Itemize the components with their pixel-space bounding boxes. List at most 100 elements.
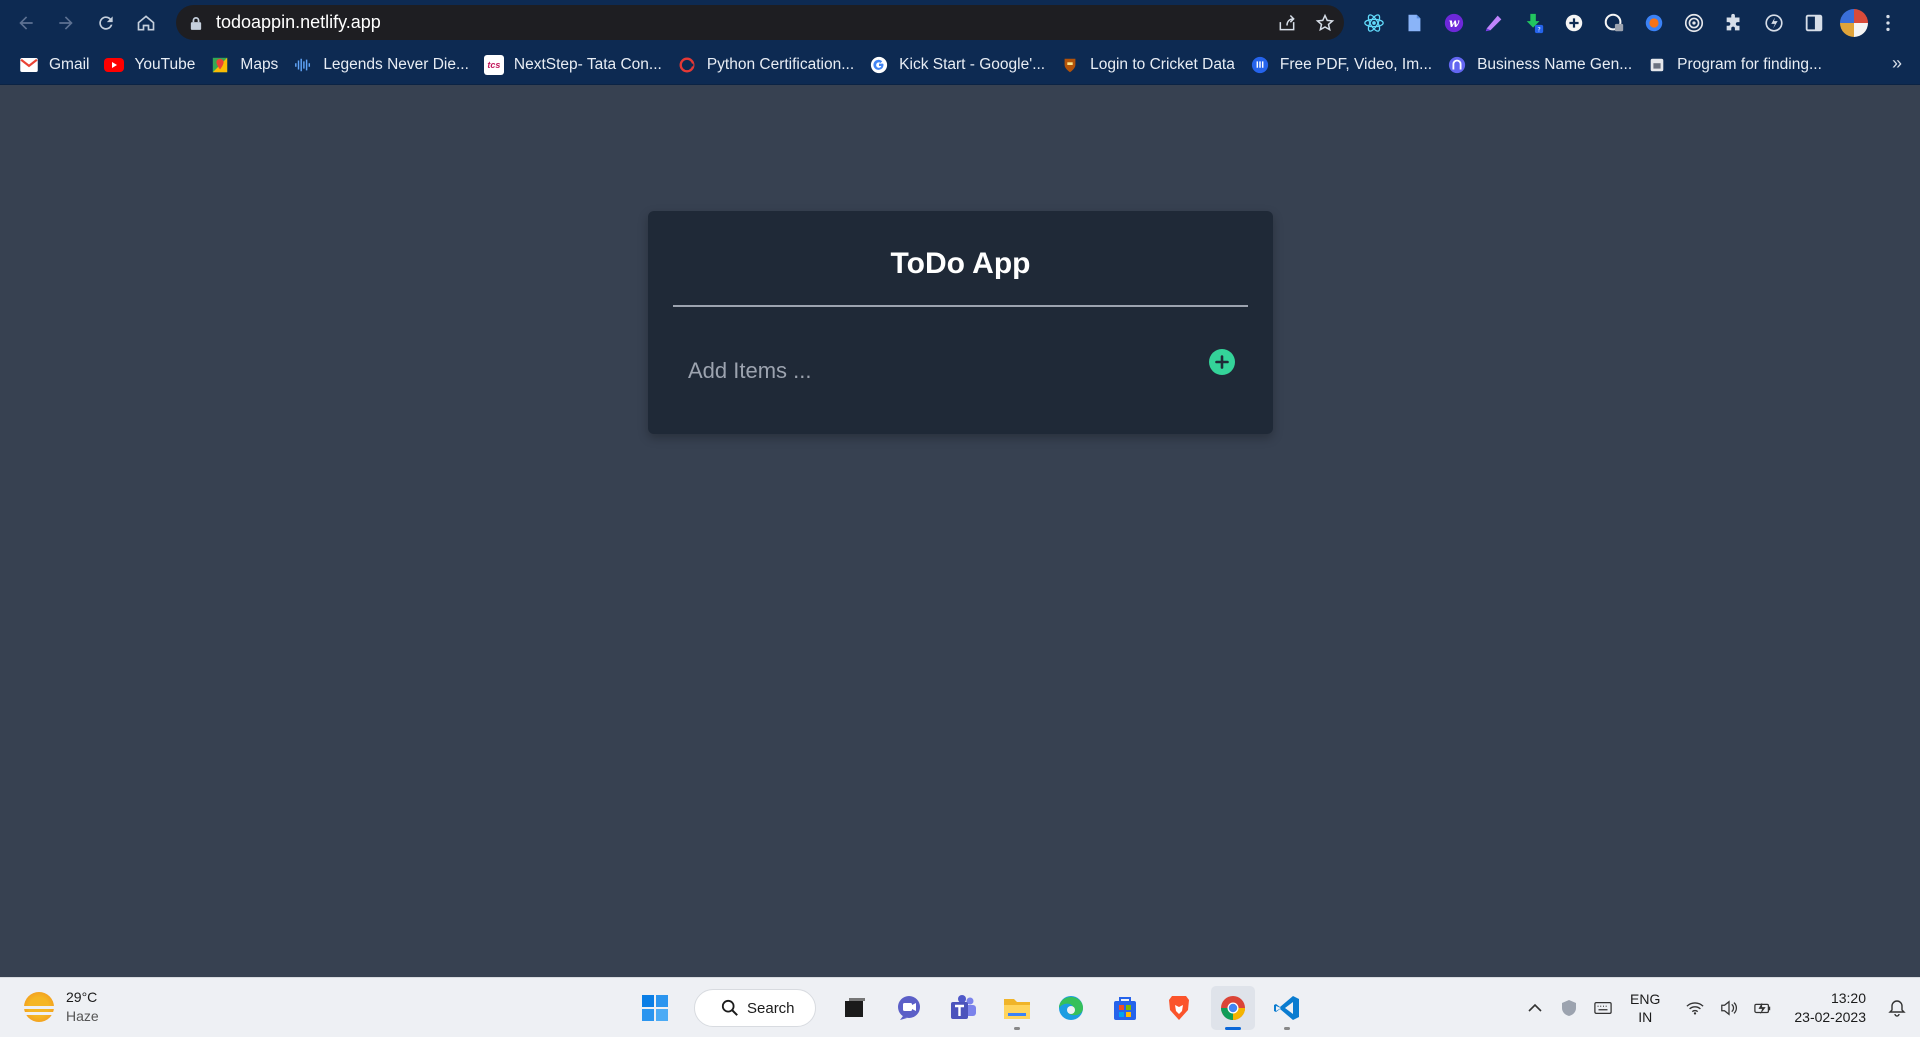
add-item-input[interactable] — [688, 341, 1158, 401]
notification-bell-icon — [1888, 1000, 1906, 1017]
color-picker-extension[interactable] — [1474, 3, 1514, 43]
tcs-icon: tcs — [483, 54, 504, 75]
extensions-area: w ? — [1354, 0, 1902, 45]
volume-tray-icon[interactable] — [1712, 999, 1746, 1017]
bookmark-gmail[interactable]: Gmail — [14, 50, 99, 80]
forward-arrow-icon — [59, 15, 73, 30]
share-icon — [1279, 14, 1295, 30]
wifi-tray-icon[interactable] — [1678, 999, 1712, 1017]
reload-button[interactable] — [86, 3, 126, 43]
store-app[interactable] — [1103, 986, 1147, 1030]
weather-widget[interactable]: 29°C Haze — [22, 988, 99, 1026]
add-item-button[interactable] — [1209, 349, 1235, 375]
address-bar[interactable]: todoappin.netlify.app — [176, 5, 1344, 40]
bookmark-nextstep[interactable]: tcs NextStep- Tata Con... — [479, 50, 672, 80]
puzzle-icon — [1726, 13, 1740, 30]
forward-button[interactable] — [46, 3, 86, 43]
start-button[interactable] — [633, 986, 677, 1030]
shield-icon — [1562, 1000, 1577, 1016]
share-button[interactable] — [1268, 13, 1306, 33]
file-explorer-app[interactable] — [995, 986, 1039, 1030]
namegen-icon — [1447, 55, 1467, 75]
weather-temperature: 29°C — [66, 989, 98, 1005]
taskbar-pinned-apps: Search — [628, 986, 1314, 1030]
taskbar-search[interactable]: Search — [694, 989, 816, 1027]
back-button[interactable] — [6, 3, 46, 43]
more-bookmarks-button[interactable]: » — [1892, 53, 1902, 74]
extensions-button[interactable] — [1714, 3, 1754, 43]
speed-icon — [1765, 13, 1783, 32]
bookmark-star-button[interactable] — [1306, 13, 1344, 33]
react-icon — [1364, 13, 1384, 32]
keyboard-tray-icon[interactable] — [1586, 999, 1620, 1017]
bookmark-free-pdf[interactable]: Free PDF, Video, Im... — [1245, 50, 1442, 80]
edge-app[interactable] — [1049, 986, 1093, 1030]
todo-card: ToDo App — [648, 211, 1273, 434]
plus-extension[interactable] — [1554, 3, 1594, 43]
chrome-menu-button[interactable] — [1874, 3, 1902, 43]
brave-lion-icon — [1169, 996, 1189, 1020]
title-divider — [673, 305, 1248, 307]
profile-avatar[interactable] — [1840, 8, 1868, 37]
docs-extension[interactable] — [1394, 3, 1434, 43]
bookmark-business-name[interactable]: Business Name Gen... — [1442, 50, 1642, 80]
bookmark-label: NextStep- Tata Con... — [513, 55, 662, 73]
notifications-button[interactable] — [1880, 999, 1914, 1017]
system-tray: ENG IN 13:20 23-02-2023 — [1518, 978, 1920, 1037]
bookmark-label: Free PDF, Video, Im... — [1279, 55, 1433, 73]
language-primary: ENG — [1630, 991, 1661, 1007]
language-secondary: IN — [1638, 1009, 1653, 1025]
bookmark-label: Legends Never Die... — [323, 55, 469, 73]
side-panel-button[interactable] — [1794, 3, 1834, 43]
tool-icon — [1250, 55, 1270, 75]
bookmark-label: Kick Start - Google'... — [899, 55, 1046, 73]
react-devtools-extension[interactable] — [1354, 3, 1394, 43]
language-indicator[interactable]: ENG IN — [1630, 990, 1660, 1026]
show-hidden-icons-button[interactable] — [1518, 999, 1552, 1017]
active-indicator — [1225, 1027, 1241, 1030]
bookmark-legends[interactable]: Legends Never Die... — [288, 50, 479, 80]
w-extension[interactable]: w — [1434, 3, 1474, 43]
chat-bubble-icon — [1604, 13, 1624, 31]
back-arrow-icon — [19, 15, 33, 30]
chrome-icon — [1221, 996, 1245, 1020]
bookmark-label: Business Name Gen... — [1477, 55, 1633, 73]
side-panel-icon — [1805, 14, 1823, 31]
task-view-button[interactable] — [833, 986, 877, 1030]
battery-tray-icon[interactable] — [1746, 999, 1780, 1017]
w-logo-icon: w — [1444, 13, 1464, 32]
clock[interactable]: 13:20 23-02-2023 — [1794, 989, 1866, 1027]
security-tray-icon[interactable] — [1552, 999, 1586, 1017]
bookmark-program-finding[interactable]: Program for finding... — [1642, 50, 1832, 80]
reload-icon — [99, 15, 113, 30]
bookmark-label: YouTube — [134, 55, 196, 73]
bookmark-maps[interactable]: Maps — [205, 50, 288, 80]
lock-icon — [190, 16, 204, 30]
chrome-app[interactable] — [1211, 986, 1255, 1030]
chatgpt-extension[interactable] — [1594, 3, 1634, 43]
store-icon — [1114, 997, 1136, 1020]
shield-extension[interactable] — [1634, 3, 1674, 43]
target-extension[interactable] — [1674, 3, 1714, 43]
running-indicator — [1014, 1027, 1020, 1030]
bookmark-youtube[interactable]: YouTube — [99, 50, 205, 80]
vscode-app[interactable] — [1265, 986, 1309, 1030]
bookmark-kick-start[interactable]: Kick Start - Google'... — [864, 50, 1055, 80]
teams-app[interactable] — [941, 986, 985, 1030]
brave-app[interactable] — [1157, 986, 1201, 1030]
home-button[interactable] — [126, 3, 166, 43]
keyboard-icon — [1594, 1001, 1612, 1015]
bookmark-label: Login to Cricket Data — [1090, 55, 1235, 73]
download-extension[interactable]: ? — [1514, 3, 1554, 43]
performance-extension[interactable] — [1754, 3, 1794, 43]
chat-app[interactable] — [887, 986, 931, 1030]
bookmark-python-certification[interactable]: Python Certification... — [672, 50, 864, 80]
gfg-icon — [1647, 55, 1667, 75]
bookmark-cricket-data[interactable]: Login to Cricket Data — [1055, 50, 1245, 80]
svg-text:w: w — [1449, 16, 1460, 30]
document-icon — [1408, 14, 1421, 31]
target-icon — [1684, 13, 1704, 32]
url-text[interactable]: todoappin.netlify.app — [216, 12, 1268, 33]
search-icon — [721, 999, 738, 1016]
soundwave-icon — [293, 55, 313, 75]
